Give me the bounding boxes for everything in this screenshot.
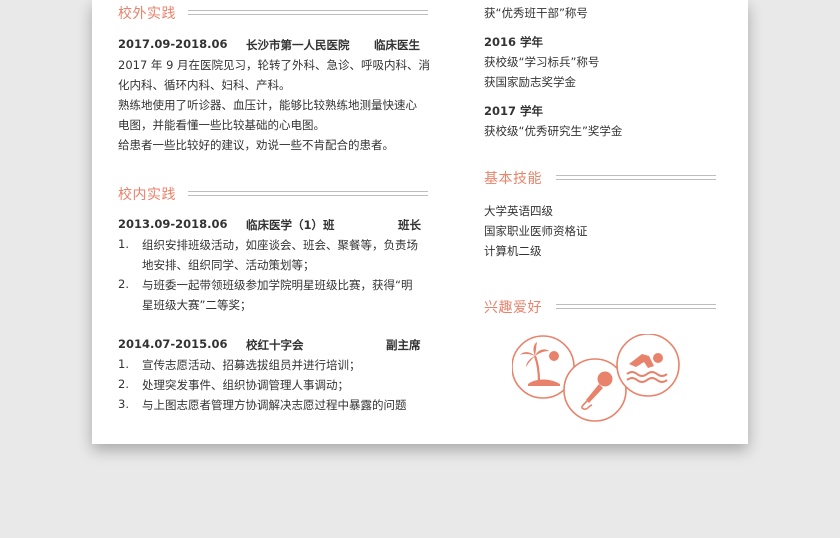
award-line: 获“优秀班干部”称号 [484,6,588,20]
entry-organization: 校红十字会 [246,338,304,352]
list-item-line: 组织安排班级活动，如座谈会、班会、聚餐等，负责场 [142,238,418,252]
skill-item: 计算机二级 [484,244,542,258]
list-number: 2. [118,277,129,291]
swimming-icon [616,334,680,397]
list-item-line: 地安排、组织同学、活动策划等； [142,258,315,272]
description-line: 2017 年 9 月在医院见习，轮转了外科、急诊、呼吸内科、消 [118,58,431,72]
list-item-line: 处理突发事件、组织协调管理人事调动； [142,378,349,392]
description-line: 给患者一些比较好的建议，劝说一些不肯配合的患者。 [118,138,394,152]
skill-item: 大学英语四级 [484,204,553,218]
description-line: 电图，并能看懂一些比较基础的心电图。 [118,118,325,132]
list-number: 1. [118,237,129,251]
award-year: 2016 学年 [484,35,544,49]
list-item-line: 与班委一起带领班级参加学院明星班级比赛，获得“明 [142,278,413,292]
entry-organization: 长沙市第一人民医院 [246,38,350,52]
section-title-hobbies: 兴趣爱好 [484,300,542,316]
section-divider [556,175,716,180]
description-line: 熟练地使用了听诊器、血压计，能够比较熟练地测量快速心 [118,98,417,112]
entry-role: 班长 [398,218,421,232]
section-divider [188,191,428,196]
entry-date: 2014.07-2015.06 [118,337,228,351]
award-line: 获校级“学习标兵”称号 [484,55,600,69]
resume-page: 校外实践 2017.09-2018.06 长沙市第一人民医院 临床医生 2017… [92,0,748,444]
section-divider [188,10,428,15]
section-title-campus-practice: 校内实践 [118,187,176,203]
award-line: 获校级“优秀研究生”奖学金 [484,124,623,138]
list-number: 2. [118,377,129,391]
list-number: 1. [118,357,129,371]
entry-role: 临床医生 [374,38,420,52]
list-number: 3. [118,397,129,411]
entry-role: 副主席 [386,338,421,352]
entry-date: 2017.09-2018.06 [118,37,228,51]
award-line: 获国家励志奖学金 [484,75,576,89]
entry-date: 2013.09-2018.06 [118,217,228,231]
entry-organization: 临床医学（1）班 [246,218,335,232]
section-title-outside-practice: 校外实践 [118,6,176,22]
hobby-icons [512,334,680,422]
section-title-skills: 基本技能 [484,171,542,187]
award-year: 2017 学年 [484,104,544,118]
list-item-line: 宣传志愿活动、招募选拔组员并进行培训； [142,358,361,372]
list-item-line: 与上图志愿者管理方协调解决志愿过程中暴露的问题 [142,398,407,412]
description-line: 化内科、循环内科、妇科、产科。 [118,78,291,92]
skill-item: 国家职业医师资格证 [484,224,588,238]
list-item-line: 星班级大赛”二等奖； [142,298,252,312]
section-divider [556,304,716,309]
